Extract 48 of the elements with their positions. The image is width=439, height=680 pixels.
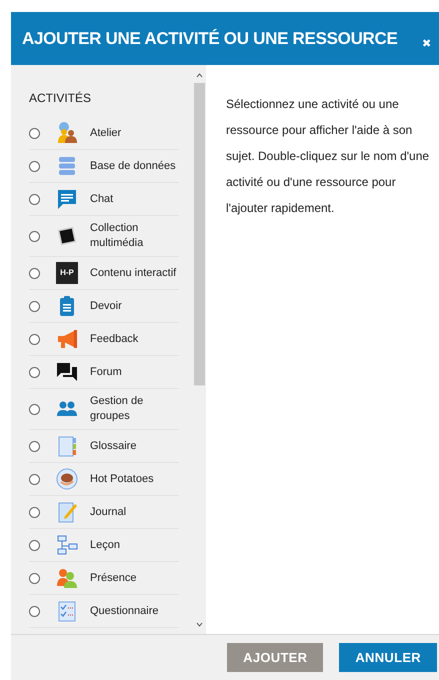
- radio-button[interactable]: [29, 230, 40, 242]
- section-heading: ACTIVITÉS: [29, 90, 92, 107]
- radio-button[interactable]: [29, 160, 40, 172]
- radio-button[interactable]: [29, 300, 40, 312]
- activity-label[interactable]: Atelier: [90, 126, 122, 140]
- activity-label[interactable]: Glossaire: [90, 438, 136, 454]
- activity-label[interactable]: Contenu interactif: [90, 266, 176, 280]
- activity-label[interactable]: Chat: [90, 192, 114, 206]
- close-button[interactable]: ✖: [422, 36, 431, 53]
- chat-bubble-icon: [56, 188, 78, 210]
- megaphone-icon: [56, 328, 78, 350]
- activity-label[interactable]: Forum: [90, 364, 122, 380]
- speech-bubbles-icon: [56, 361, 78, 383]
- radio-button[interactable]: [29, 606, 40, 616]
- people-icon: [56, 122, 78, 144]
- activity-label[interactable]: Gestion de groupes: [90, 394, 179, 424]
- radio-button[interactable]: [29, 194, 40, 204]
- activity-label[interactable]: Leçon: [90, 538, 120, 552]
- cancel-button[interactable]: ANNULER: [339, 643, 437, 672]
- dialog-title: AJOUTER UNE ACTIVITÉ OU UNE RESSOURCE: [22, 28, 398, 50]
- radio-button[interactable]: [29, 268, 40, 278]
- radio-button[interactable]: [29, 366, 40, 378]
- activity-label[interactable]: Base de données: [90, 158, 176, 174]
- radio-button[interactable]: [29, 572, 40, 584]
- activity-label[interactable]: Présence: [90, 570, 136, 586]
- flowchart-icon: [56, 534, 78, 556]
- radio-button[interactable]: [29, 474, 40, 484]
- radio-button[interactable]: [29, 404, 40, 414]
- dictionary-icon: [56, 435, 78, 457]
- database-icon: [56, 155, 78, 177]
- potato-icon: [56, 468, 78, 490]
- hp-logo-icon: H-P: [56, 262, 78, 284]
- radio-button[interactable]: [29, 506, 40, 518]
- help-text: Sélectionnez une activité ou une ressource pour afficher l'aide à son sujet. Double-cliquez sur le nom d'une activité ou d'une ressource pour l'ajouter rapidement.: [226, 96, 430, 217]
- activity-label[interactable]: Devoir: [90, 298, 122, 314]
- radio-button[interactable]: [29, 128, 40, 138]
- activity-label[interactable]: Questionnaire: [90, 604, 158, 618]
- checklist-icon: [56, 600, 78, 622]
- document-pencil-icon: [56, 501, 78, 523]
- scrollbar[interactable]: [193, 65, 206, 634]
- activity-label[interactable]: Hot Potatoes: [90, 472, 154, 486]
- radio-button[interactable]: [29, 540, 40, 550]
- activity-label[interactable]: Feedback: [90, 332, 138, 346]
- radio-button[interactable]: [29, 334, 40, 344]
- activity-label[interactable]: Journal: [90, 504, 126, 520]
- people-icon: [56, 567, 78, 589]
- radio-button[interactable]: [29, 440, 40, 452]
- activity-label[interactable]: Collection multimédia: [90, 221, 179, 251]
